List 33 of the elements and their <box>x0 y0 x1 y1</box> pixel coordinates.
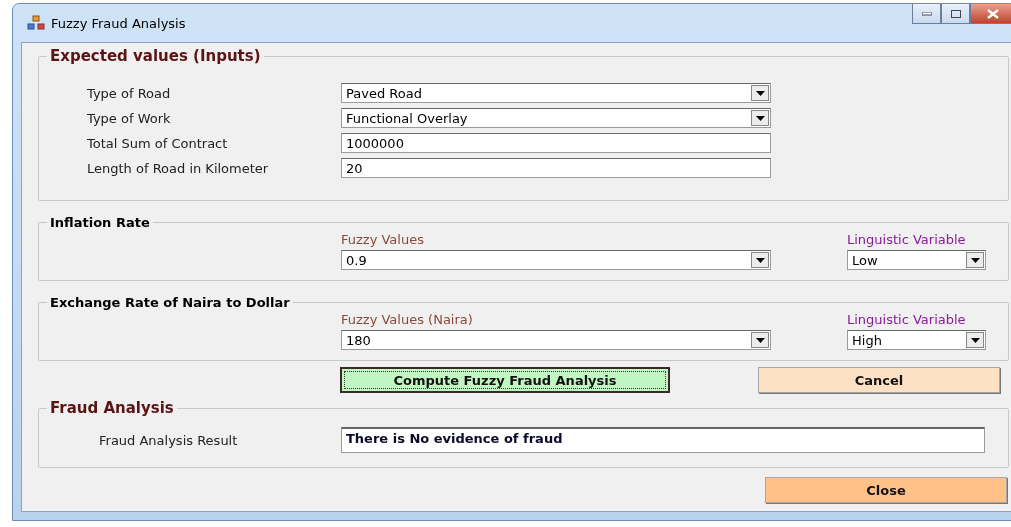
close-icon <box>987 8 999 19</box>
field-label: Fuzzy Values <box>341 232 425 247</box>
dropdown-field[interactable]: Paved Road <box>341 83 771 103</box>
maximize-button[interactable] <box>941 4 970 24</box>
group-title: Exchange Rate of Naira to Dollar <box>49 295 291 310</box>
maximize-icon <box>950 9 961 18</box>
dropdown-field[interactable]: High <box>847 330 986 350</box>
minimize-button[interactable] <box>912 4 941 24</box>
close-dialog-button[interactable]: Close <box>765 477 1007 503</box>
app-icon <box>27 15 45 31</box>
group-title: Inflation Rate <box>49 215 151 230</box>
close-button[interactable] <box>970 4 1011 24</box>
field-label: Type of Work <box>87 110 172 126</box>
field-label: Linguistic Variable <box>847 312 967 327</box>
field-label: Type of Road <box>87 85 172 101</box>
result-field[interactable]: There is No evidence of fraud <box>341 427 985 453</box>
minimize-icon <box>921 11 932 16</box>
cancel-button[interactable]: Cancel <box>758 367 1000 393</box>
dropdown-field[interactable]: Functional Overlay <box>341 108 771 128</box>
field-label: Fraud Analysis Result <box>99 432 239 448</box>
compute-button[interactable]: Compute Fuzzy Fraud Analysis <box>340 367 670 393</box>
dropdown-field[interactable]: 180 <box>341 330 771 350</box>
field-label: Length of Road in Kilometer <box>87 160 270 176</box>
field-label: Linguistic Variable <box>847 232 967 247</box>
input-field[interactable]: 1000000 <box>341 133 771 153</box>
window-title: Fuzzy Fraud Analysis <box>51 15 186 31</box>
dropdown-field[interactable]: Low <box>847 250 986 270</box>
input-field[interactable]: 20 <box>341 158 771 178</box>
dropdown-field[interactable]: 0.9 <box>341 250 771 270</box>
group-title: Fraud Analysis <box>49 399 175 417</box>
field-label: Fuzzy Values (Naira) <box>341 312 474 327</box>
group-title: Expected values (Inputs) <box>49 47 262 65</box>
field-label: Total Sum of Contract <box>87 135 229 151</box>
